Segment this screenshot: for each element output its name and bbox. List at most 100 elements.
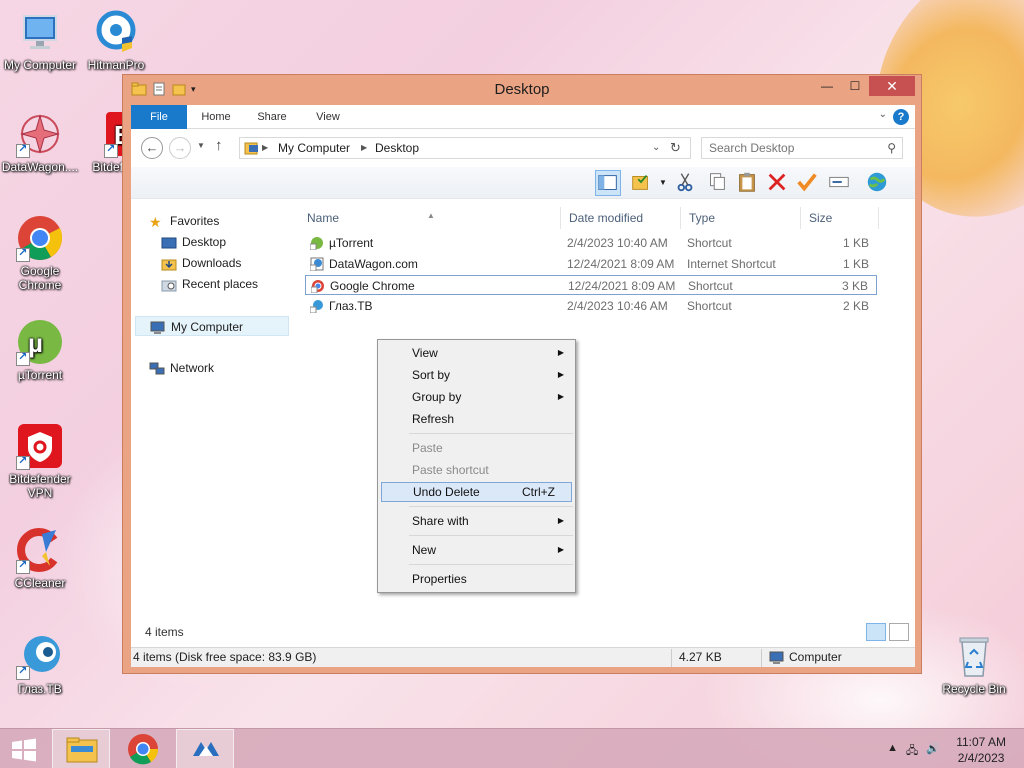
column-date-modified[interactable]: Date modified (561, 207, 681, 229)
navigation-pane: ★ Favorites Desktop Downloads Recent plac… (131, 201, 291, 631)
tab-home[interactable]: Home (191, 105, 241, 129)
recent-locations-icon[interactable]: ▼ (197, 141, 205, 150)
status-size: 4.27 KB (679, 650, 722, 664)
menu-item-share-with[interactable]: Share with ▶ (381, 511, 572, 531)
network-tray-icon[interactable]: 🖧 (906, 742, 918, 761)
copy-button[interactable] (705, 170, 731, 196)
start-button[interactable] (10, 738, 38, 762)
nav-favorites[interactable]: ★ Favorites (149, 211, 219, 231)
menu-label: Undo Delete (413, 485, 480, 499)
glaztv-icon (16, 632, 64, 680)
glaztv-shortcut-icon (310, 300, 323, 313)
file-row[interactable]: Глаз.ТВ 2/4/2023 10:46 AM Shortcut 2 KB (305, 296, 877, 316)
desktop-icon-ccleaner[interactable]: CCleaner (0, 526, 80, 590)
desktop-icon-label: Глаз.ТВ (18, 682, 62, 696)
status-location: Computer (789, 650, 842, 664)
file-name: Google Chrome (330, 279, 415, 293)
breadcrumb-desktop[interactable]: Desktop (375, 141, 419, 155)
desktop-icon-google-chrome[interactable]: Google Chrome (0, 214, 80, 292)
rename-button[interactable] (827, 170, 853, 196)
desktop-icon-datawagon[interactable]: DataWagon.... (0, 110, 80, 174)
address-bar[interactable]: ▶ My Computer ▶ Desktop ⌄ ↻ (239, 137, 691, 159)
taskbar-file-explorer[interactable] (52, 729, 110, 768)
address-dropdown-icon[interactable]: ⌄ (652, 142, 660, 153)
select-button[interactable] (795, 170, 821, 196)
menu-item-refresh[interactable]: Refresh (381, 409, 572, 429)
status-divider (671, 649, 672, 667)
desktop-icon-hitmanpro[interactable]: HitmanPro (76, 8, 156, 72)
column-type[interactable]: Type (681, 207, 801, 229)
desktop-icon-glaz-tv[interactable]: Глаз.ТВ (0, 632, 80, 696)
search-input[interactable] (702, 138, 872, 158)
taskbar-google-chrome[interactable] (114, 729, 172, 768)
menu-item-sort-by[interactable]: Sort by ▶ (381, 365, 572, 385)
menu-item-view[interactable]: View ▶ (381, 343, 572, 363)
column-label: Name (307, 211, 340, 225)
desktop-icon-my-computer[interactable]: My Computer (0, 8, 80, 72)
expand-ribbon-icon[interactable]: ⌄ (879, 109, 887, 120)
nav-label: Favorites (170, 214, 220, 228)
column-size[interactable]: Size (801, 207, 879, 229)
preview-pane-button[interactable] (595, 170, 621, 196)
submenu-arrow-icon: ▶ (557, 516, 564, 525)
utorrent-shortcut-icon (310, 237, 323, 250)
clock[interactable]: 11:07 AM 2/4/2023 (956, 734, 1006, 766)
tab-view[interactable]: View (303, 105, 353, 129)
computer-icon (16, 8, 64, 56)
close-button[interactable]: ✕ (869, 76, 915, 96)
chrome-icon (128, 734, 159, 765)
maximize-button[interactable]: ☐ (841, 76, 869, 96)
menu-item-undo-delete[interactable]: Undo Delete Ctrl+Z (381, 482, 572, 502)
shortcut-arrow-icon (16, 350, 30, 366)
nav-downloads[interactable]: Downloads (161, 253, 241, 273)
title-bar[interactable]: ▾ Desktop — ☐ ✕ (123, 75, 921, 105)
file-type: Shortcut (687, 236, 732, 250)
refresh-icon[interactable]: ↻ (670, 140, 681, 156)
large-icons-view-button[interactable] (889, 623, 909, 641)
nav-recent-places[interactable]: Recent places (161, 274, 258, 294)
menu-item-paste-shortcut[interactable]: Paste shortcut (381, 460, 572, 480)
new-folder-button[interactable] (629, 170, 655, 196)
nav-label: Network (170, 361, 215, 375)
nav-desktop[interactable]: Desktop (161, 232, 226, 252)
help-button[interactable]: ? (893, 109, 909, 125)
menu-item-paste[interactable]: Paste (381, 438, 572, 458)
desktop-icon-recycle-bin[interactable]: Recycle Bin (934, 632, 1014, 696)
up-button[interactable]: ↑ (215, 137, 223, 154)
tab-share[interactable]: Share (247, 105, 297, 129)
taskbar-app[interactable] (176, 729, 234, 768)
desktop-icon-label: HitmanPro (87, 58, 145, 72)
globe-button[interactable] (865, 170, 891, 196)
file-row[interactable]: DataWagon.com 12/24/2021 8:09 AM Interne… (305, 254, 877, 274)
tab-file[interactable]: File (131, 105, 187, 129)
delete-button[interactable] (765, 170, 791, 196)
details-view-button[interactable] (866, 623, 886, 641)
file-row-selected[interactable]: Google Chrome 12/24/2021 8:09 AM Shortcu… (305, 275, 877, 295)
desktop-icon-bitdefender-vpn[interactable]: Bitdefender VPN (0, 422, 80, 500)
back-button[interactable]: ← (141, 137, 163, 159)
desktop-icon-label: CCleaner (14, 576, 66, 590)
column-name[interactable]: Name ▲ (299, 207, 561, 229)
forward-button[interactable]: → (169, 137, 191, 159)
cut-button[interactable] (673, 170, 699, 196)
sort-ascending-icon: ▲ (427, 211, 435, 220)
menu-item-new[interactable]: New ▶ (381, 540, 572, 560)
desktop-icon-utorrent[interactable]: µ µTorrent (0, 318, 80, 382)
paste-button[interactable] (735, 170, 761, 196)
file-size: 2 KB (842, 299, 869, 313)
show-hidden-icons-icon[interactable]: ▲ (887, 742, 898, 761)
nav-network[interactable]: Network (149, 358, 214, 378)
breadcrumb-my-computer[interactable]: My Computer (278, 141, 350, 155)
status-info: 4 items (Disk free space: 83.9 GB) (133, 650, 317, 664)
nav-my-computer[interactable]: My Computer (135, 316, 289, 336)
minimize-button[interactable]: — (813, 76, 841, 96)
dropdown-arrow-icon[interactable]: ▼ (659, 178, 667, 187)
volume-icon[interactable]: 🔊 (926, 742, 940, 761)
menu-item-properties[interactable]: Properties (381, 569, 572, 589)
search-icon[interactable]: ⚲ (887, 141, 896, 155)
file-row[interactable]: µTorrent 2/4/2023 10:40 AM Shortcut 1 KB (305, 233, 877, 253)
file-type: Shortcut (687, 299, 732, 313)
menu-item-group-by[interactable]: Group by ▶ (381, 387, 572, 407)
status-divider (761, 649, 762, 667)
downloads-icon (161, 259, 177, 271)
